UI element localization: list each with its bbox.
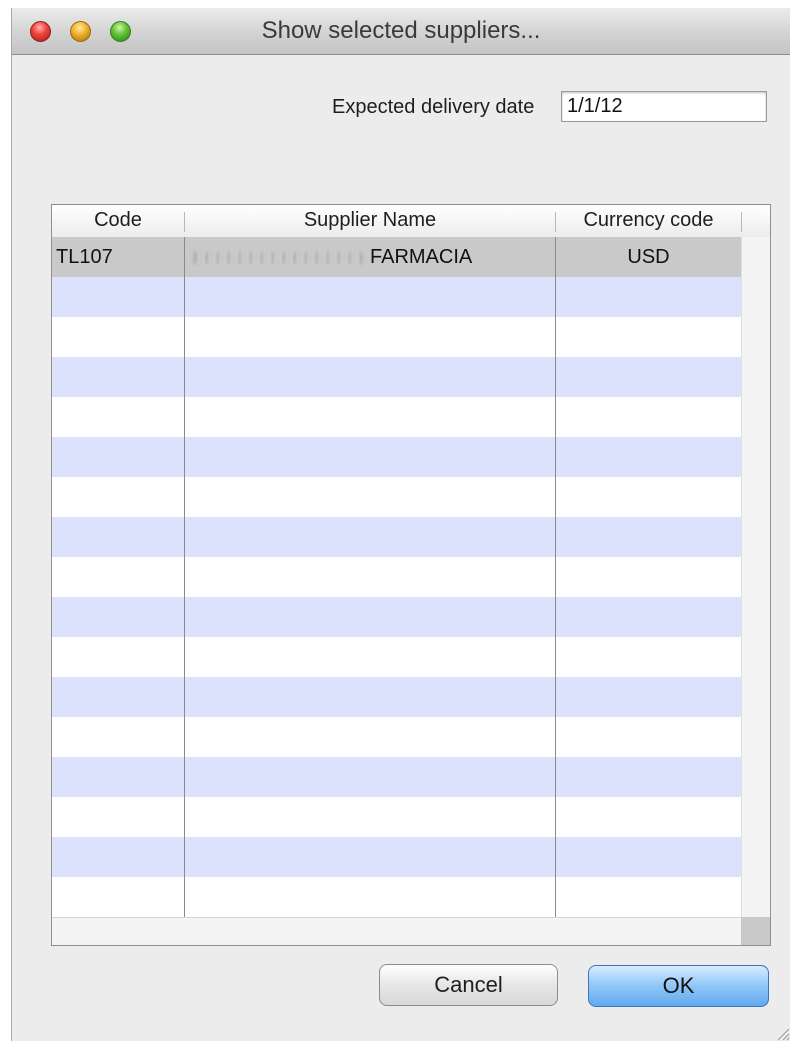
empty-row[interactable] xyxy=(52,477,741,517)
redacted-text xyxy=(194,251,362,264)
empty-row[interactable] xyxy=(52,597,741,637)
empty-row[interactable] xyxy=(52,397,741,437)
expected-delivery-label: Expected delivery date xyxy=(332,96,535,118)
vertical-scrollbar[interactable] xyxy=(741,237,770,917)
table-row[interactable]: TL107 FARMACIA USD xyxy=(52,237,741,277)
cancel-button[interactable]: Cancel xyxy=(379,964,558,1006)
suppliers-table: Code Supplier Name Currency code TL107 F… xyxy=(51,204,771,946)
cell-currency: USD xyxy=(627,246,670,268)
column-header-code[interactable]: Code xyxy=(52,205,184,237)
expected-delivery-input[interactable] xyxy=(561,91,767,122)
empty-row[interactable] xyxy=(52,637,741,677)
empty-row[interactable] xyxy=(52,797,741,837)
empty-row[interactable] xyxy=(52,317,741,357)
empty-row[interactable] xyxy=(52,277,741,317)
empty-row[interactable] xyxy=(52,557,741,597)
cell-code: TL107 xyxy=(56,246,113,268)
column-divider xyxy=(555,237,556,917)
empty-row[interactable] xyxy=(52,717,741,757)
empty-row[interactable] xyxy=(52,757,741,797)
ok-button[interactable]: OK xyxy=(588,965,769,1007)
supplier-name-text: FARMACIA xyxy=(370,246,473,268)
empty-row[interactable] xyxy=(52,517,741,557)
cell-supplier-name: FARMACIA xyxy=(194,237,472,277)
empty-row[interactable] xyxy=(52,437,741,477)
empty-row[interactable] xyxy=(52,837,741,877)
dialog-window: Show selected suppliers... Expected deli… xyxy=(11,8,790,1041)
column-divider xyxy=(184,237,185,917)
window-title: Show selected suppliers... xyxy=(261,17,541,44)
table-body: TL107 FARMACIA USD xyxy=(52,237,741,917)
horizontal-scrollbar[interactable] xyxy=(52,917,741,945)
title-bar[interactable]: Show selected suppliers... xyxy=(12,8,790,55)
column-header-supplier-name[interactable]: Supplier Name xyxy=(185,205,555,237)
empty-row[interactable] xyxy=(52,877,741,917)
header-divider xyxy=(741,212,742,232)
table-header: Code Supplier Name Currency code xyxy=(52,205,770,238)
column-header-currency-code[interactable]: Currency code xyxy=(556,205,741,237)
empty-row[interactable] xyxy=(52,357,741,397)
resize-grip-icon[interactable] xyxy=(772,1023,790,1041)
scrollbar-corner xyxy=(741,917,770,945)
empty-row[interactable] xyxy=(52,677,741,717)
